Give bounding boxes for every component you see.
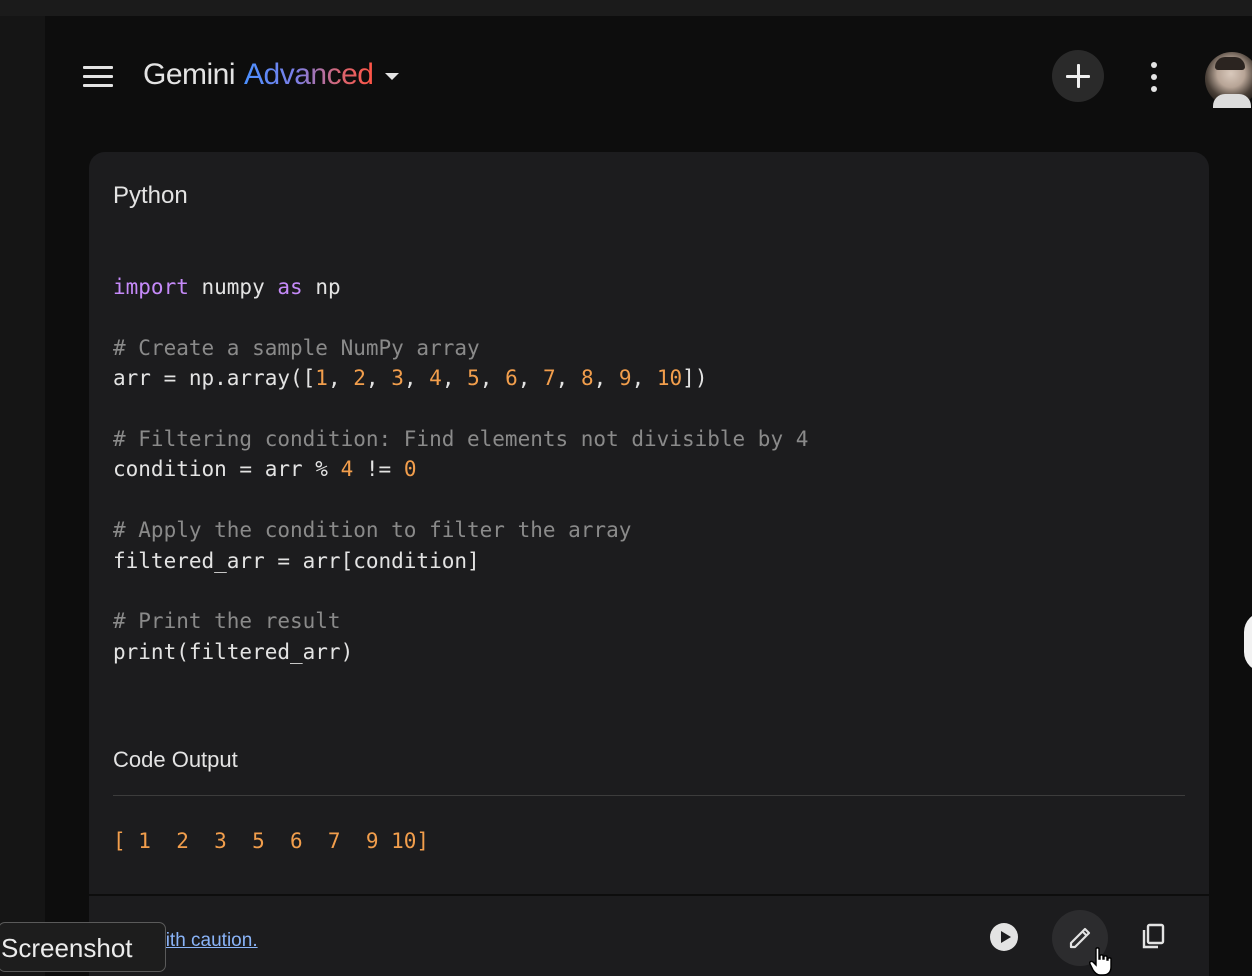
code-token: import: [113, 275, 189, 299]
hamburger-menu-icon[interactable]: [83, 66, 113, 88]
code-token: as: [277, 275, 303, 299]
code-line: # Apply the condition to filter the arra…: [113, 515, 808, 545]
code-token: ,: [479, 366, 506, 391]
code-content: import numpy as np # Create a sample Num…: [113, 272, 808, 667]
code-language-label: Python: [113, 182, 188, 209]
code-line: condition = arr % 4 != 0: [113, 454, 808, 484]
code-line: # Print the result: [113, 606, 808, 636]
brand-tier: Advanced: [244, 58, 374, 91]
code-token: print(filtered_arr): [113, 639, 354, 664]
code-token: 3: [391, 366, 404, 391]
code-output-text: [ 1 2 3 5 6 7 9 10]: [113, 829, 430, 853]
more-vert-icon[interactable]: [1143, 62, 1165, 94]
code-line: # Create a sample NumPy array: [113, 333, 808, 363]
screenshot-overlay-label: Screenshot: [0, 922, 166, 972]
top-strip: [0, 0, 1252, 16]
caution-link[interactable]: with caution.: [152, 930, 258, 951]
code-token: ,: [517, 366, 544, 391]
code-output-label: Code Output: [113, 747, 238, 772]
code-token: # Create a sample NumPy array: [113, 335, 480, 360]
code-token: 1: [315, 366, 328, 391]
dropdown-caret-icon: [385, 73, 400, 80]
new-chat-plus-icon[interactable]: [1052, 50, 1104, 102]
output-divider: [113, 795, 1185, 796]
code-token: 7: [543, 366, 556, 391]
code-line: filtered_arr = arr[condition]: [113, 546, 808, 576]
gemini-app-window: Gemini Advanced Python import numpy as n…: [45, 16, 1252, 976]
code-token: 5: [467, 366, 480, 391]
code-token: 4: [340, 457, 354, 482]
code-token: ,: [327, 366, 354, 391]
brand-name: Gemini: [143, 58, 236, 91]
code-token: ,: [365, 366, 392, 391]
code-token: ]): [682, 366, 708, 391]
code-token: np: [302, 275, 341, 299]
run-code-play-icon[interactable]: [990, 923, 1018, 951]
copy-icon[interactable]: [1139, 922, 1169, 952]
code-block-card: Python import numpy as np # Create a sam…: [89, 152, 1209, 976]
code-token: ,: [403, 366, 430, 391]
code-token: 8: [580, 366, 594, 391]
code-token: 6: [505, 366, 518, 391]
code-token: condition = arr %: [113, 457, 341, 482]
code-token: arr = np.array([: [113, 366, 316, 391]
model-switcher[interactable]: Gemini Advanced: [143, 58, 400, 92]
hand-cursor-icon: [1089, 947, 1112, 976]
code-token: 0: [403, 457, 417, 482]
user-avatar[interactable]: [1205, 52, 1252, 108]
code-token: ,: [441, 366, 468, 391]
code-token: ,: [555, 366, 581, 391]
code-token: !=: [353, 457, 404, 482]
code-line: import numpy as np: [113, 272, 808, 302]
code-line: # Filtering condition: Find elements not…: [113, 424, 808, 454]
code-token: # Apply the condition to filter the arra…: [113, 518, 632, 543]
code-token: 9: [618, 366, 632, 391]
code-line: arr = np.array([1, 2, 3, 4, 5, 6, 7, 8, …: [113, 363, 808, 393]
code-line: print(filtered_arr): [113, 637, 808, 667]
code-token: ,: [593, 366, 619, 391]
code-token: numpy: [188, 275, 278, 299]
code-token: 10: [656, 366, 683, 391]
code-token: filtered_arr = arr[condition]: [113, 548, 480, 573]
code-token: 2: [353, 366, 366, 391]
code-token: # Filtering condition: Find elements not…: [113, 427, 809, 452]
code-token: # Print the result: [113, 609, 341, 634]
code-token: 4: [429, 366, 442, 391]
code-token: ,: [631, 366, 657, 391]
code-block-footer: ode with caution.: [89, 894, 1209, 976]
